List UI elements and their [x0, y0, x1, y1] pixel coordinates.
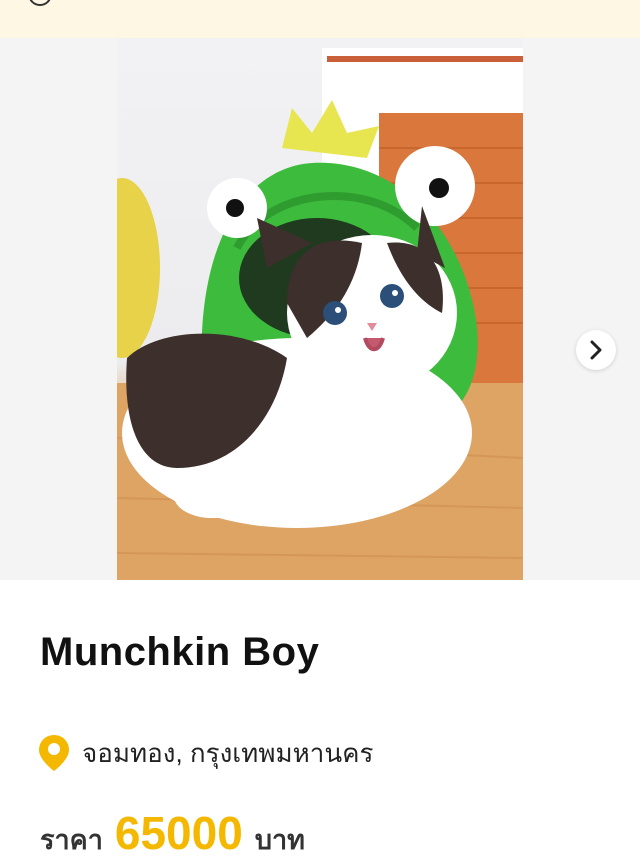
price-unit: บาท	[254, 825, 305, 855]
next-photo-button[interactable]	[576, 330, 616, 370]
top-banner	[0, 0, 640, 38]
listing-price: ราคา 65000 บาท	[40, 806, 305, 861]
photo-gallery[interactable]	[0, 38, 640, 580]
location-text: จอมทอง, กรุงเทพมหานคร	[82, 737, 374, 768]
price-label: ราคา	[40, 825, 103, 855]
kitten-photo	[117, 38, 523, 580]
chevron-right-icon	[590, 340, 602, 360]
price-amount: 65000	[114, 807, 243, 859]
listing-title: Munchkin Boy	[40, 630, 320, 674]
map-pin-icon	[39, 735, 69, 771]
back-icon[interactable]	[28, 0, 52, 6]
listing-location: จอมทอง, กรุงเทพมหานคร	[38, 733, 373, 773]
